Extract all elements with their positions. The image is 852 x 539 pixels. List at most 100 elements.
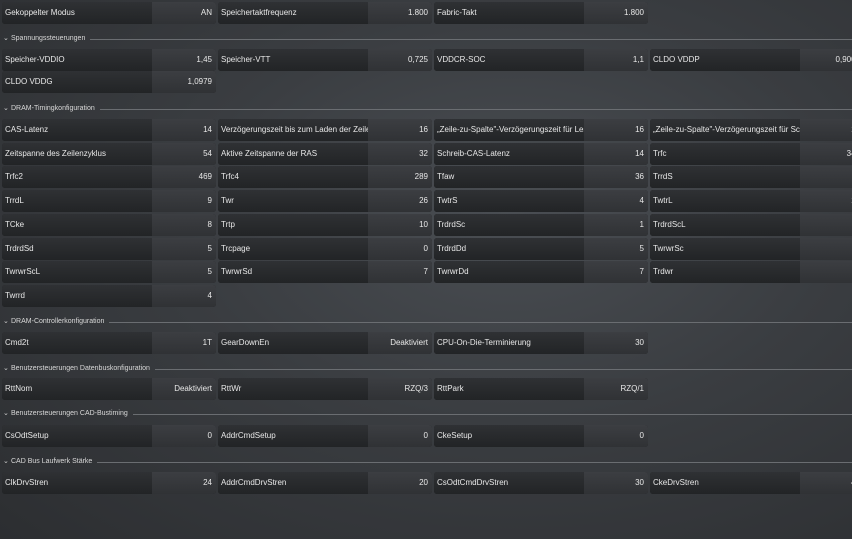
setting-csodtsetup: CsOdtSetup 0: [2, 425, 216, 447]
setting-value: 0: [368, 238, 432, 260]
setting-value: 14: [584, 143, 648, 165]
setting-label: TwtrL: [650, 190, 800, 212]
chevron-down-icon[interactable]: ⌄: [3, 317, 11, 327]
setting-label: RttPark: [434, 378, 584, 400]
chevron-down-icon[interactable]: ⌄: [3, 34, 11, 44]
setting-twr: Twr 26: [218, 190, 432, 212]
setting-value: 16: [368, 119, 432, 141]
setting-tcke: TCke 8: [2, 214, 216, 236]
section-header-voltage[interactable]: ⌄ Spannungssteuerungen: [0, 34, 852, 44]
setting-value: 0: [152, 425, 216, 447]
setting-speicher-vtt: Speicher-VTT 0,725: [218, 49, 432, 71]
section-divider: [100, 109, 852, 110]
setting-value: 1T: [152, 332, 216, 354]
setting-label: Tfaw: [434, 166, 584, 188]
setting-label: Trtp: [218, 214, 368, 236]
setting-label: TwrwrDd: [434, 261, 584, 283]
setting-value: 54: [152, 143, 216, 165]
setting-vddcr-soc: VDDCR-SOC 1,1: [434, 49, 648, 71]
setting-twrwrsc: TwrwrSc1: [650, 238, 852, 260]
setting-value: 6: [800, 166, 852, 188]
setting-label: GearDownEn: [218, 332, 368, 354]
section-divider: [97, 462, 852, 463]
setting-value: Deaktiviert: [152, 378, 216, 400]
setting-value: 16: [800, 119, 852, 141]
setting-label: Aktive Zeitspanne der RAS: [218, 143, 368, 165]
setting-fabric-takt: Fabric-Takt 1.800: [434, 2, 648, 24]
setting-speichertaktfrequenz: Speichertaktfrequenz 1.800: [218, 2, 432, 24]
setting-cmd2t: Cmd2t 1T: [2, 332, 216, 354]
setting-trdrddd: TrdrdDd 5: [434, 238, 648, 260]
section-divider: [90, 39, 852, 40]
setting-label: Cmd2t: [2, 332, 152, 354]
setting-label: Fabric-Takt: [434, 2, 584, 24]
section-title: DRAM-Controllerkonfiguration: [11, 318, 105, 325]
setting-trdrdsd: TrdrdSd 5: [2, 238, 216, 260]
chevron-down-icon[interactable]: ⌄: [3, 457, 11, 467]
setting-label: CLDO VDDP: [650, 49, 800, 71]
setting-value: 26: [368, 190, 432, 212]
section-title: DRAM-Timingkonfiguration: [11, 105, 95, 112]
setting-addrcmdsetup: AddrCmdSetup 0: [218, 425, 432, 447]
chevron-down-icon[interactable]: ⌄: [3, 104, 11, 114]
section-divider: [133, 414, 852, 415]
setting-ckesetup: CkeSetup 0: [434, 425, 648, 447]
setting-value: 30: [584, 472, 648, 494]
section-divider: [109, 322, 852, 323]
setting-twrwrsd: TwrwrSd 7: [218, 261, 432, 283]
setting-value: 5: [152, 261, 216, 283]
section-divider: [155, 369, 852, 370]
setting-label: Speicher-VDDIO: [2, 49, 152, 71]
setting-value: 1: [800, 238, 852, 260]
setting-label: Trdwr: [650, 261, 800, 283]
section-title: Spannungssteuerungen: [11, 35, 86, 42]
setting-clkdrvstren: ClkDrvStren 24: [2, 472, 216, 494]
setting-label: Gekoppelter Modus: [2, 2, 152, 24]
setting-label: TrrdL: [2, 190, 152, 212]
setting-value: 4: [584, 190, 648, 212]
setting-label: CsOdtCmdDrvStren: [434, 472, 584, 494]
setting-label: AddrCmdSetup: [218, 425, 368, 447]
setting-label: Trfc: [650, 143, 800, 165]
section-header-drive[interactable]: ⌄ CAD Bus Laufwerk Stärke: [0, 457, 852, 467]
section-header-databus[interactable]: ⌄ Benutzersteuerungen Datenbuskonfigurati…: [0, 364, 852, 374]
setting-label: Speichertaktfrequenz: [218, 2, 368, 24]
setting-gekoppelter-modus: Gekoppelter Modus AN: [2, 2, 216, 24]
setting-value: 5: [800, 214, 852, 236]
chevron-down-icon[interactable]: ⌄: [3, 409, 11, 419]
setting-label: ClkDrvStren: [2, 472, 152, 494]
setting-value: 0: [584, 425, 648, 447]
setting-label: Verzögerungszeit bis zum Laden der Zeile: [218, 119, 368, 141]
setting-value: Deaktiviert: [368, 332, 432, 354]
section-header-timing[interactable]: ⌄ DRAM-Timingkonfiguration: [0, 104, 852, 114]
setting-value: 40: [800, 472, 852, 494]
setting-twtrs: TwtrS 4: [434, 190, 648, 212]
setting-label: CLDO VDDG: [2, 71, 152, 93]
setting-label: Speicher-VTT: [218, 49, 368, 71]
section-header-controller[interactable]: ⌄ DRAM-Controllerkonfiguration: [0, 317, 852, 327]
setting-label: Twrrd: [2, 285, 152, 307]
setting-value: 4: [152, 285, 216, 307]
section-header-cad[interactable]: ⌄ Benutzersteuerungen CAD-Bustiming: [0, 409, 852, 419]
setting-trtp: Trtp 10: [218, 214, 432, 236]
setting-value: 14: [800, 190, 852, 212]
setting-trrdl: TrrdL 9: [2, 190, 216, 212]
setting-label: TrdrdSc: [434, 214, 584, 236]
setting-speicher-vddio: Speicher-VDDIO 1,45: [2, 49, 216, 71]
setting-label: TwrwrSc: [650, 238, 800, 260]
setting-label: „Zeile-zu-Spalte"-Verzögerungszeit für S…: [650, 119, 800, 141]
setting-value: 24: [152, 472, 216, 494]
setting-label: TrrdS: [650, 166, 800, 188]
setting-value: 1.800: [584, 2, 648, 24]
setting-twrwrdd: TwrwrDd 7: [434, 261, 648, 283]
setting-trdrdscl: TrdrdScL5: [650, 214, 852, 236]
setting-value: 0,725: [368, 49, 432, 71]
setting-tfaw: Tfaw 36: [434, 166, 648, 188]
setting-value: 32: [368, 143, 432, 165]
setting-twtrl: TwtrL14: [650, 190, 852, 212]
chevron-down-icon[interactable]: ⌄: [3, 364, 11, 374]
setting-value: 469: [152, 166, 216, 188]
setting-label: Trfc4: [218, 166, 368, 188]
setting-value: 0: [368, 425, 432, 447]
setting-label: RttNom: [2, 378, 152, 400]
